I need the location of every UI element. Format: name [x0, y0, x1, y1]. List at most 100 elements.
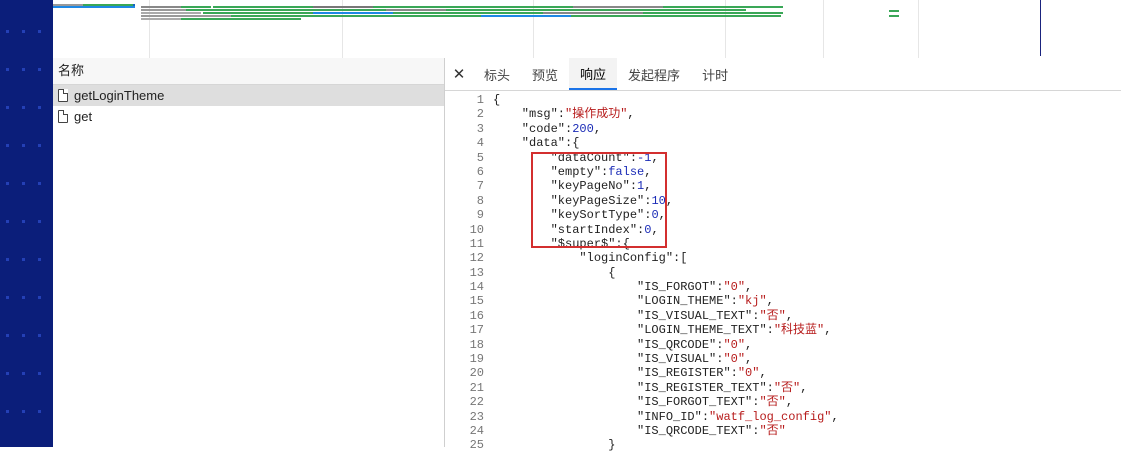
waterfall-bar — [889, 15, 899, 17]
string-token: "否" — [759, 308, 786, 323]
line-number: 23 — [469, 409, 484, 424]
string-token: "watf_log_config" — [709, 409, 832, 424]
desktop-pattern-dot — [38, 258, 41, 261]
tab-initiator[interactable]: 发起程序 — [617, 58, 691, 90]
desktop-pattern-dot — [38, 30, 41, 33]
desktop-pattern-dot — [38, 372, 41, 375]
code-text: "data":{ — [493, 136, 580, 151]
code-text: "IS_QRCODE_TEXT":"否" — [493, 424, 786, 438]
waterfall-bar — [53, 6, 135, 8]
desktop-pattern-dot — [38, 106, 41, 109]
code-text: "msg":"操作成功", — [493, 107, 635, 121]
key-token: "IS_FORGOT_TEXT": — [493, 395, 760, 410]
waterfall-bar — [373, 6, 493, 8]
tab-preview[interactable]: 预览 — [521, 58, 569, 90]
waterfall-bar — [181, 18, 301, 20]
close-icon[interactable]: ✕ — [445, 58, 473, 90]
code-line: 18 "IS_QRCODE":"0", — [445, 338, 1121, 352]
string-token: "0" — [723, 352, 746, 367]
string-token: "0" — [737, 366, 760, 381]
line-number: 13 — [469, 265, 484, 280]
code-line: 19 "IS_VISUAL":"0", — [445, 352, 1121, 366]
code-line: 21 "IS_REGISTER_TEXT":"否", — [445, 381, 1121, 395]
desktop-background — [0, 0, 53, 447]
code-line: 2 "msg":"操作成功", — [445, 107, 1121, 121]
request-row-get[interactable]: get — [53, 106, 444, 127]
string-token: "操作成功" — [565, 107, 628, 122]
request-list-panel: 名称 getLoginTheme get — [53, 58, 445, 447]
key-token: , — [627, 107, 635, 122]
desktop-pattern-dot — [22, 372, 25, 375]
detail-tabs: ✕ 标头 预览 响应 发起程序 计时 — [445, 58, 1121, 91]
key-token: { — [493, 265, 616, 280]
desktop-pattern-dot — [22, 30, 25, 33]
string-token: "kj" — [737, 294, 767, 309]
line-number: 9 — [476, 208, 484, 223]
waterfall-bar — [663, 6, 783, 8]
value-token: 200 — [572, 121, 594, 136]
waterfall-bar — [393, 12, 543, 14]
tab-headers[interactable]: 标头 — [473, 58, 521, 90]
request-row-getlogintheme[interactable]: getLoginTheme — [53, 85, 444, 106]
code-text: "loginConfig":[ — [493, 251, 687, 265]
desktop-pattern-dot — [6, 296, 9, 299]
request-name: getLoginTheme — [74, 88, 165, 103]
gridline — [823, 0, 824, 58]
waterfall-bar — [203, 12, 313, 14]
request-name: get — [74, 109, 93, 124]
desktop-pattern-dot — [38, 182, 41, 185]
highlight-box — [531, 152, 667, 248]
line-number: 19 — [469, 352, 484, 367]
key-token: "IS_VISUAL": — [493, 352, 724, 367]
desktop-pattern-dot — [6, 220, 9, 223]
code-line: 22 "IS_FORGOT_TEXT":"否", — [445, 395, 1121, 409]
waterfall-bar — [141, 6, 181, 8]
code-text: "IS_VISUAL_TEXT":"否", — [493, 309, 793, 323]
code-line: 13 { — [445, 266, 1121, 280]
code-text: "IS_REGISTER_TEXT":"否", — [493, 381, 807, 395]
waterfall-bar — [141, 15, 231, 17]
key-token: , — [766, 294, 774, 309]
waterfall-bar — [573, 6, 663, 8]
desktop-pattern-dot — [6, 68, 9, 71]
desktop-pattern-dot — [22, 144, 25, 147]
tab-timing[interactable]: 计时 — [691, 58, 739, 90]
key-token: "IS_QRCODE": — [493, 337, 724, 352]
desktop-pattern-dot — [6, 106, 9, 109]
code-text: } — [493, 438, 615, 452]
key-token: } — [493, 438, 616, 453]
key-token: , — [831, 409, 839, 424]
line-number: 1 — [476, 93, 484, 107]
desktop-pattern-dot — [6, 30, 9, 33]
gridline — [918, 0, 919, 58]
key-token: , — [593, 121, 602, 136]
waterfall-bar — [141, 9, 186, 11]
code-text: "IS_VISUAL":"0", — [493, 352, 752, 366]
key-token: "data":{ — [493, 136, 580, 151]
waterfall-bar — [213, 6, 313, 8]
desktop-pattern-dot — [22, 68, 25, 71]
code-line: 24 "IS_QRCODE_TEXT":"否" — [445, 424, 1121, 438]
tab-response[interactable]: 响应 — [569, 58, 618, 90]
file-icon — [58, 110, 68, 123]
string-token: "科技蓝" — [773, 323, 825, 338]
desktop-pattern-dot — [6, 372, 9, 375]
line-number: 20 — [469, 366, 484, 381]
code-text: "INFO_ID":"watf_log_config", — [493, 410, 839, 424]
desktop-pattern-dot — [22, 258, 25, 261]
timeline-cursor — [1040, 0, 1041, 56]
waterfall-bar — [493, 6, 573, 8]
line-number: 16 — [469, 308, 484, 323]
name-column-header[interactable]: 名称 — [53, 58, 444, 85]
line-number: 10 — [469, 222, 484, 237]
code-text: "code":200, — [493, 122, 601, 136]
line-number: 25 — [469, 438, 484, 453]
waterfall-overview[interactable] — [53, 0, 1121, 59]
response-code-view[interactable]: 1{2 "msg":"操作成功", 3 "code":200, 4 "data":{… — [445, 93, 1121, 453]
key-token: "IS_VISUAL_TEXT": — [493, 308, 760, 323]
code-text: { — [493, 266, 615, 280]
code-text: "IS_FORGOT":"0", — [493, 280, 752, 294]
waterfall-bar — [186, 9, 386, 11]
line-number: 22 — [469, 395, 484, 410]
desktop-pattern-dot — [38, 410, 41, 413]
